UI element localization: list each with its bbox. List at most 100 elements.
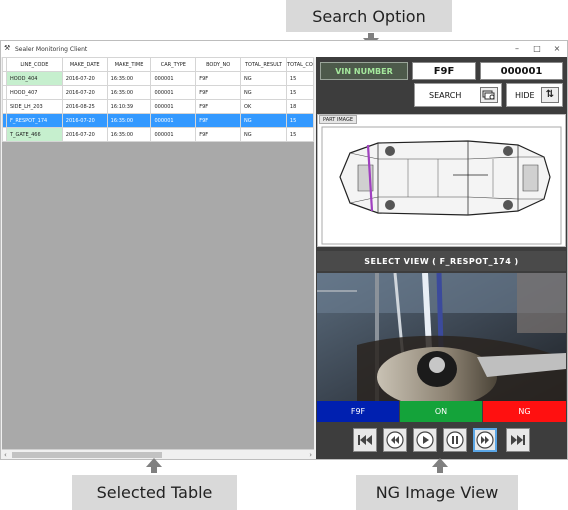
- table-header-row: LINE_CODE MAKE_DATE MAKE_TIME CAR_TYPE B…: [2, 57, 314, 72]
- table-cell: 000001: [150, 99, 197, 114]
- table-row[interactable]: T_GATE_466 2016-07-20 16:35:00 000001 F9…: [2, 127, 314, 142]
- table-cell: F9F: [195, 127, 242, 142]
- table-cell: F_RESPOT_174: [5, 113, 63, 128]
- table-row-selected[interactable]: F_RESPOT_174 2016-07-20 16:35:00 000001 …: [2, 113, 314, 128]
- column-header[interactable]: LINE_CODE: [5, 57, 63, 72]
- search-stack-icon: [480, 87, 498, 103]
- table-cell: 2016-07-20: [61, 127, 108, 142]
- table-cell: F9F: [195, 113, 242, 128]
- column-header[interactable]: TOTAL_CO: [285, 57, 314, 72]
- scroll-left-icon[interactable]: ‹: [4, 450, 7, 460]
- table-cell: NG: [240, 113, 287, 128]
- table-cell: 000001: [150, 71, 197, 86]
- car-body-diagram: [321, 126, 562, 245]
- select-view-value: ( F_RESPOT_174 ): [432, 256, 519, 266]
- selected-table-arrow-head: [146, 458, 162, 467]
- fast-forward-button[interactable]: [473, 428, 497, 452]
- table-cell: 2016-07-20: [61, 71, 108, 86]
- ng-image-view-callout: NG Image View: [356, 475, 518, 510]
- table-row[interactable]: HOOD_407 2016-07-20 16:35:00 000001 F9F …: [2, 85, 314, 100]
- fast-forward-icon: [476, 431, 494, 449]
- table-cell: 18: [285, 99, 314, 114]
- table-cell: 16:10:39: [106, 99, 152, 114]
- table-row[interactable]: SIDE_LH_203 2016-08-25 16:10:39 000001 F…: [2, 99, 314, 114]
- skip-to-start-button[interactable]: [353, 428, 377, 452]
- table-cell: NG: [240, 71, 287, 86]
- table-cell: HOOD_407: [5, 85, 63, 100]
- table-cell: NG: [240, 127, 287, 142]
- table-cell: HOOD_404: [5, 71, 63, 86]
- inspection-photo-image: [317, 273, 566, 401]
- select-view-label: SELECT VIEW: [364, 256, 430, 266]
- scrollbar-thumb[interactable]: [12, 452, 162, 458]
- selected-table-callout: Selected Table: [72, 475, 237, 510]
- column-header[interactable]: CAR_TYPE: [150, 57, 197, 72]
- on-status: ON: [400, 401, 482, 422]
- table-cell: F9F: [195, 99, 242, 114]
- play-icon: [416, 431, 434, 449]
- title-bar: ⚒ Sealer Monitoring Client – □ ×: [1, 41, 567, 57]
- rewind-button[interactable]: [383, 428, 407, 452]
- select-view-header: SELECT VIEW ( F_RESPOT_174 ): [317, 251, 566, 271]
- pause-icon: [446, 431, 464, 449]
- search-button[interactable]: SEARCH: [414, 83, 502, 107]
- ng-image-view-arrow-head: [432, 458, 448, 467]
- results-table-area[interactable]: LINE_CODE MAKE_DATE MAKE_TIME CAR_TYPE B…: [2, 57, 314, 449]
- table-cell: 15: [285, 85, 314, 100]
- ng-inspection-photo: [317, 273, 566, 401]
- app-logo-icon: ⚒: [4, 44, 11, 52]
- table-cell: 15: [285, 71, 314, 86]
- table-cell: 15: [285, 127, 314, 142]
- skip-to-end-icon: [511, 435, 525, 445]
- minimize-button[interactable]: –: [511, 43, 523, 55]
- vin-number-label: VIN NUMBER: [320, 62, 408, 80]
- column-header[interactable]: BODY_NO: [195, 57, 242, 72]
- inspection-panel: VIN NUMBER F9F 000001 SEARCH HIDE ⇅ PART…: [316, 57, 567, 459]
- car-type-field[interactable]: 000001: [480, 62, 563, 80]
- maximize-button[interactable]: □: [531, 43, 543, 55]
- table-cell: 15: [285, 113, 314, 128]
- table-cell: NG: [240, 85, 287, 100]
- table-row[interactable]: HOOD_404 2016-07-20 16:35:00 000001 F9F …: [2, 71, 314, 86]
- pause-button[interactable]: [443, 428, 467, 452]
- body-status: F9F: [317, 401, 399, 422]
- table-cell: OK: [240, 99, 287, 114]
- ng-status: NG: [483, 401, 566, 422]
- selected-table-label: Selected Table: [96, 483, 213, 502]
- search-option-label: Search Option: [312, 6, 426, 26]
- column-header[interactable]: TOTAL_RESULT: [240, 57, 287, 72]
- window-title: Sealer Monitoring Client: [15, 45, 88, 53]
- table-cell: 2016-08-25: [61, 99, 108, 114]
- column-header[interactable]: MAKE_DATE: [61, 57, 108, 72]
- body-no-field[interactable]: F9F: [412, 62, 476, 80]
- rewind-icon: [386, 431, 404, 449]
- table-cell: 2016-07-20: [61, 113, 108, 128]
- hide-button[interactable]: HIDE ⇅: [506, 83, 563, 107]
- skip-to-end-button[interactable]: [506, 428, 530, 452]
- close-button[interactable]: ×: [551, 43, 563, 55]
- table-cell: T_GATE_466: [5, 127, 63, 142]
- table-cell: 16:35:00: [106, 127, 152, 142]
- table-cell: 000001: [150, 127, 197, 142]
- table-cell: 16:35:00: [106, 71, 152, 86]
- part-image-panel: PART IMAGE: [317, 114, 566, 247]
- ng-image-view-label: NG Image View: [375, 483, 499, 502]
- table-cell: 16:35:00: [106, 85, 152, 100]
- table-cell: F9F: [195, 71, 242, 86]
- up-down-arrows-icon: ⇅: [541, 87, 559, 103]
- table-cell: 000001: [150, 85, 197, 100]
- table-cell: 000001: [150, 113, 197, 128]
- column-header[interactable]: MAKE_TIME: [106, 57, 152, 72]
- play-button[interactable]: [413, 428, 437, 452]
- results-table: LINE_CODE MAKE_DATE MAKE_TIME CAR_TYPE B…: [2, 57, 314, 142]
- selected-table-arrow-stem: [151, 467, 157, 473]
- scroll-right-icon[interactable]: ›: [309, 450, 312, 460]
- table-cell: 2016-07-20: [61, 85, 108, 100]
- table-cell: SIDE_LH_203: [5, 99, 63, 114]
- search-button-label: SEARCH: [429, 90, 462, 100]
- table-cell: 16:35:00: [106, 113, 152, 128]
- table-cell: F9F: [195, 85, 242, 100]
- hide-button-label: HIDE: [515, 90, 535, 100]
- app-window: ⚒ Sealer Monitoring Client – □ × LINE_CO…: [0, 40, 568, 460]
- skip-to-start-icon: [358, 435, 372, 445]
